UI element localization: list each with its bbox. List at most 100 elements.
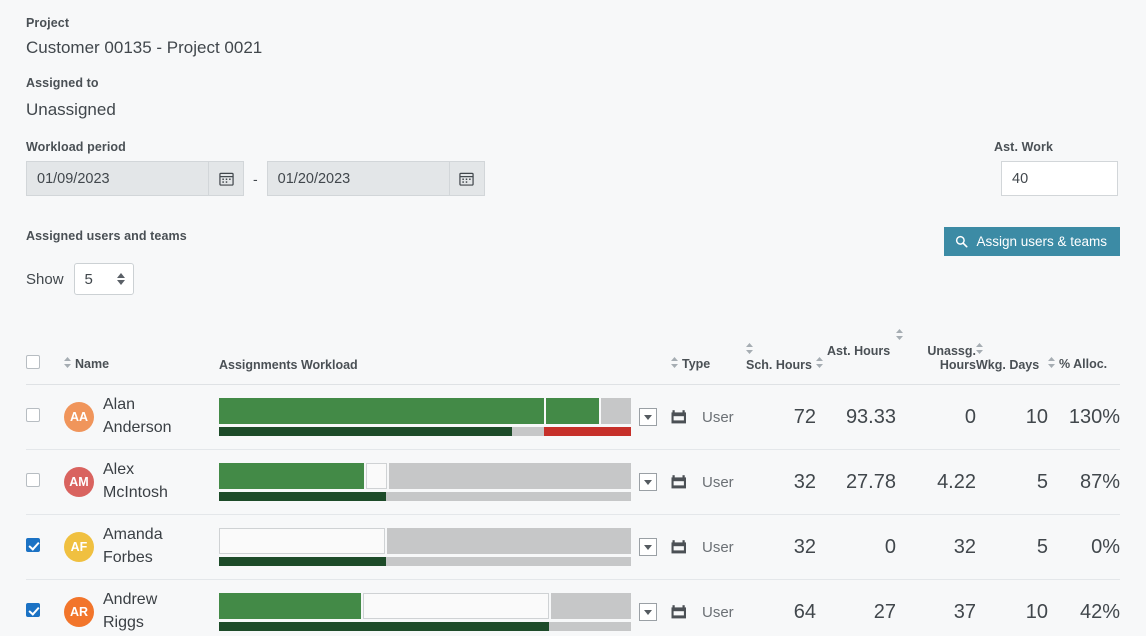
assigned-users-title: Assigned users and teams bbox=[26, 229, 187, 243]
workload-table: Name Assignments Workload Type Sch. Hour… bbox=[26, 312, 1120, 636]
period-start-box bbox=[26, 161, 244, 196]
workload-segment-green bbox=[219, 593, 361, 619]
row-name-cell: AM Alex McIntosh bbox=[64, 449, 219, 515]
table-row: AR Andrew Riggs User 64 27 37 10 42% bbox=[26, 579, 1120, 636]
calendar-icon bbox=[459, 172, 474, 186]
column-header-ast-hours[interactable]: Ast. Hours bbox=[816, 312, 896, 385]
row-ast-hours: 27 bbox=[816, 579, 896, 636]
row-workload-cell bbox=[219, 449, 671, 515]
show-label: Show bbox=[26, 270, 64, 288]
chevron-down-icon bbox=[644, 544, 652, 550]
capacity-segment-dgreen bbox=[219, 492, 386, 501]
row-select-cell bbox=[26, 384, 64, 450]
allocation-bar bbox=[219, 622, 631, 631]
workload-segment-gray bbox=[601, 398, 631, 424]
calendar-icon bbox=[671, 540, 686, 554]
calendar-icon bbox=[671, 605, 686, 619]
row-wkg-days: 5 bbox=[976, 514, 1048, 580]
row-workload-cell bbox=[219, 514, 671, 580]
assignments-bar bbox=[219, 463, 631, 489]
row-select-checkbox[interactable] bbox=[26, 537, 40, 552]
sort-icon bbox=[1048, 357, 1055, 371]
table-row: AA Alan Anderson User 72 93.33 0 10 130% bbox=[26, 384, 1120, 450]
workload-segment-green bbox=[546, 398, 599, 424]
capacity-segment-dgreen bbox=[219, 557, 386, 566]
column-header-sch-hours[interactable]: Sch. Hours bbox=[746, 312, 816, 385]
period-start-input[interactable] bbox=[26, 161, 208, 196]
column-header-unassg-hours[interactable]: Unassg. Hours bbox=[896, 312, 976, 385]
user-name[interactable]: Alan Anderson bbox=[103, 394, 189, 439]
avatar: AM bbox=[64, 467, 94, 497]
row-wkg-days: 10 bbox=[976, 579, 1048, 636]
sort-icon bbox=[746, 343, 753, 357]
table-header-row: Name Assignments Workload Type Sch. Hour… bbox=[26, 312, 1120, 385]
row-sch-hours: 32 bbox=[746, 514, 816, 580]
project-value: Customer 00135 - Project 0021 bbox=[26, 38, 263, 57]
row-expand-button[interactable] bbox=[639, 408, 657, 426]
workload-period-label: Workload period bbox=[26, 140, 126, 154]
row-select-checkbox[interactable] bbox=[26, 472, 40, 487]
workload-bars bbox=[219, 593, 631, 631]
period-start-calendar-button[interactable] bbox=[208, 161, 244, 196]
capacity-segment-gray bbox=[549, 622, 631, 631]
row-type-cell: User bbox=[671, 514, 746, 580]
row-sch-hours: 32 bbox=[746, 449, 816, 515]
table-row: AF Amanda Forbes User 32 0 32 5 0% bbox=[26, 514, 1120, 580]
row-pct-alloc: 42% bbox=[1048, 579, 1120, 636]
workload-segment-gray bbox=[551, 593, 631, 619]
column-header-name[interactable]: Name bbox=[64, 312, 219, 385]
ast-work-group bbox=[1001, 161, 1118, 196]
workload-segment-gray bbox=[389, 463, 631, 489]
row-wkg-days: 5 bbox=[976, 449, 1048, 515]
workload-segment-gray bbox=[387, 528, 631, 554]
row-expand-button[interactable] bbox=[639, 473, 657, 491]
assigned-to-label: Assigned to bbox=[26, 76, 99, 90]
row-unassg-hours: 32 bbox=[896, 514, 976, 580]
workload-bars bbox=[219, 398, 631, 436]
period-end-input[interactable] bbox=[266, 161, 449, 196]
select-all-checkbox[interactable] bbox=[26, 355, 40, 369]
capacity-segment-gray bbox=[512, 427, 544, 436]
user-name[interactable]: Andrew Riggs bbox=[103, 589, 189, 634]
assignments-bar bbox=[219, 593, 631, 619]
column-header-sch-hours-label: Sch. Hours bbox=[746, 358, 812, 372]
row-select-cell bbox=[26, 579, 64, 636]
chevron-down-icon bbox=[644, 609, 652, 615]
row-unassg-hours: 0 bbox=[896, 384, 976, 450]
ast-work-label: Ast. Work bbox=[994, 140, 1054, 154]
allocation-bar bbox=[219, 557, 631, 566]
row-select-cell bbox=[26, 449, 64, 515]
workload-period-group: - bbox=[26, 161, 485, 196]
chevron-down-icon bbox=[644, 479, 652, 485]
show-entries-select[interactable]: 5 bbox=[73, 263, 134, 295]
column-header-type[interactable]: Type bbox=[671, 312, 746, 385]
ast-work-input[interactable] bbox=[1001, 161, 1118, 196]
user-name[interactable]: Amanda Forbes bbox=[103, 524, 189, 569]
show-entries-value: 5 bbox=[84, 270, 93, 288]
row-ast-hours: 0 bbox=[816, 514, 896, 580]
row-type-cell: User bbox=[671, 384, 746, 450]
assign-users-teams-button[interactable]: Assign users & teams bbox=[944, 227, 1120, 256]
column-header-workload: Assignments Workload bbox=[219, 312, 671, 385]
row-expand-button[interactable] bbox=[639, 538, 657, 556]
column-header-pct-alloc[interactable]: % Alloc. bbox=[1048, 312, 1120, 385]
column-header-wkg-days[interactable]: Wkg. Days bbox=[976, 312, 1048, 385]
row-sch-hours: 64 bbox=[746, 579, 816, 636]
avatar: AA bbox=[64, 402, 94, 432]
row-pct-alloc: 0% bbox=[1048, 514, 1120, 580]
column-header-type-label: Type bbox=[682, 357, 711, 372]
row-type-label: User bbox=[702, 603, 734, 621]
row-sch-hours: 72 bbox=[746, 384, 816, 450]
row-type-cell: User bbox=[671, 579, 746, 636]
row-type-cell: User bbox=[671, 449, 746, 515]
user-name[interactable]: Alex McIntosh bbox=[103, 459, 189, 504]
row-pct-alloc: 130% bbox=[1048, 384, 1120, 450]
row-select-checkbox[interactable] bbox=[26, 602, 40, 617]
project-label: Project bbox=[26, 16, 70, 30]
period-end-calendar-button[interactable] bbox=[448, 161, 485, 196]
row-workload-cell bbox=[219, 384, 671, 450]
row-select-checkbox[interactable] bbox=[26, 407, 40, 422]
calendar-icon bbox=[671, 475, 686, 489]
row-expand-button[interactable] bbox=[639, 603, 657, 621]
sort-icon bbox=[896, 329, 903, 343]
